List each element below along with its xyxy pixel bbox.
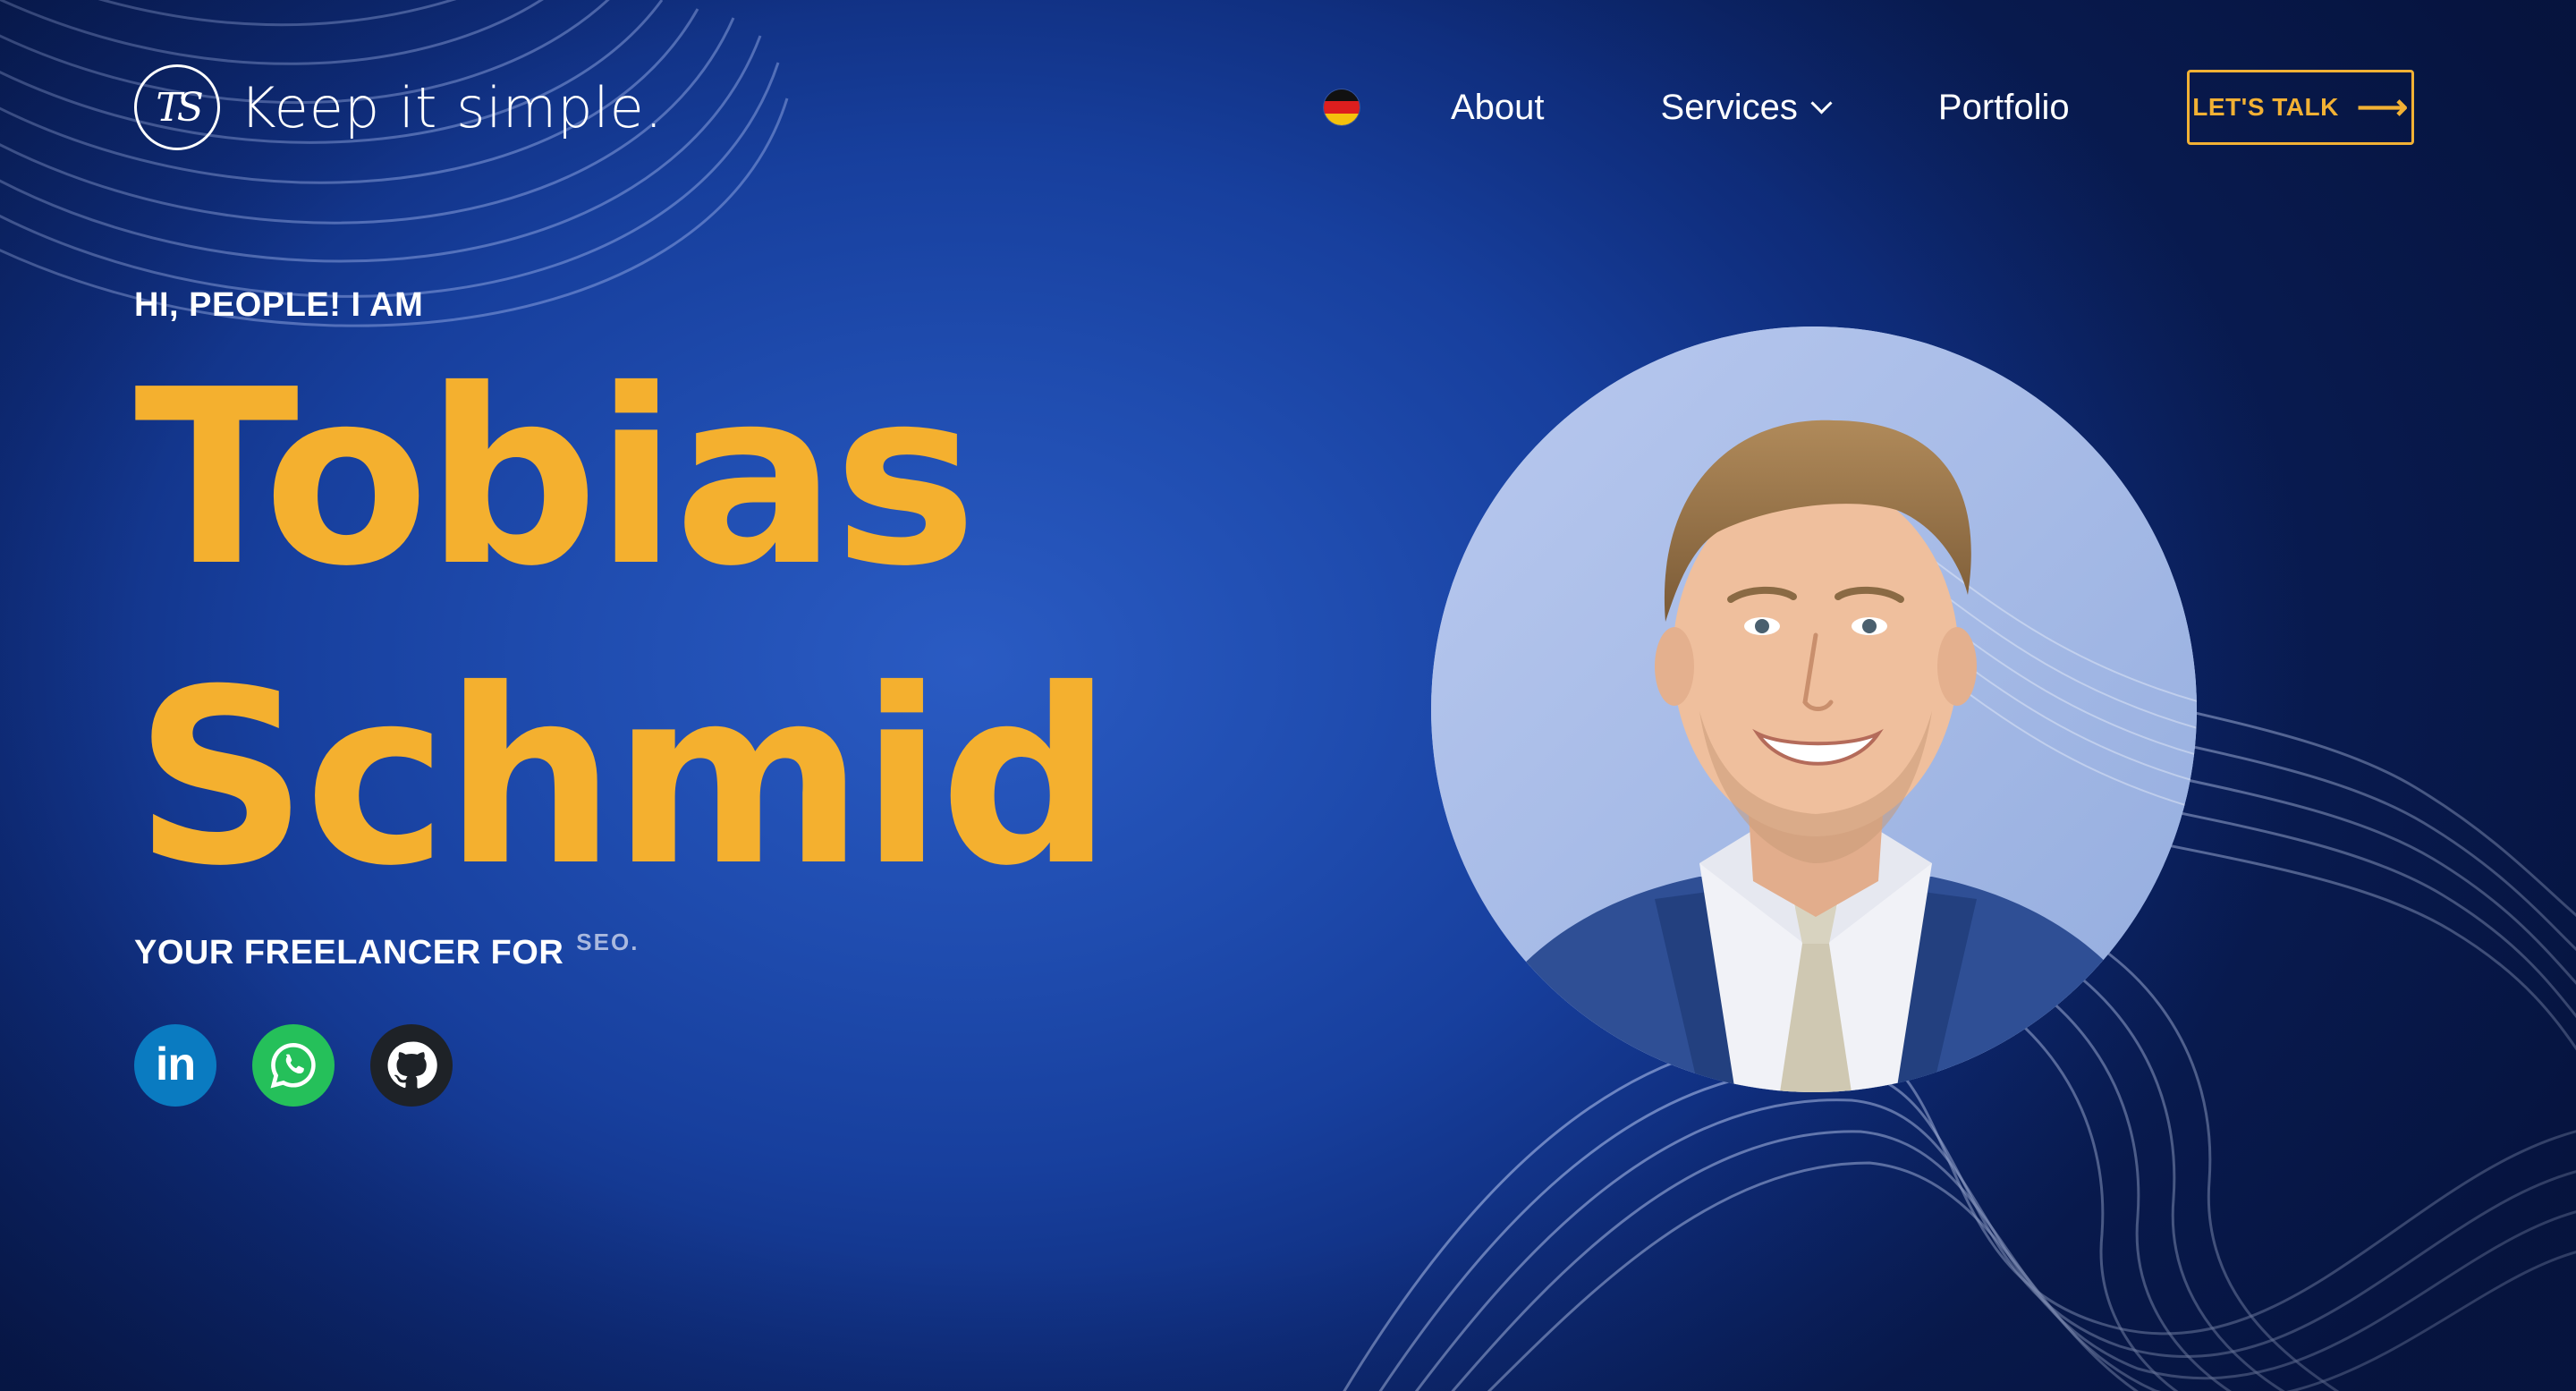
linkedin-button[interactable]: in	[134, 1024, 216, 1107]
profile-photo-illustration	[1431, 327, 2197, 1092]
lets-talk-label: LET'S TALK	[2192, 93, 2339, 121]
chevron-down-icon	[1810, 91, 1833, 115]
github-icon	[387, 1041, 437, 1089]
lets-talk-button[interactable]: LET'S TALK ⟶	[2187, 70, 2414, 145]
logo-text: Keep it simple.	[240, 74, 664, 140]
linkedin-icon: in	[155, 1039, 196, 1090]
nav-services-label: Services	[1660, 87, 1798, 127]
hero-greeting: HI, PEOPLE! I AM	[134, 286, 424, 324]
arrow-right-icon: ⟶	[2356, 88, 2409, 127]
hero-tagline: YOUR FREELANCER FOR SEO.	[134, 929, 639, 972]
tagline-prefix: YOUR FREELANCER FOR	[134, 934, 564, 971]
whatsapp-icon	[270, 1042, 316, 1089]
tagline-rotating-word: SEO.	[576, 929, 640, 955]
nav-about-link[interactable]: About	[1451, 88, 1545, 128]
hero-last-name: Schmid	[134, 637, 1113, 919]
german-flag-icon[interactable]	[1324, 89, 1360, 125]
whatsapp-button[interactable]	[252, 1024, 335, 1107]
github-button[interactable]	[370, 1024, 453, 1107]
social-links: in	[134, 1024, 488, 1107]
nav-services-link[interactable]: Services	[1660, 87, 1833, 128]
nav-portfolio-link[interactable]: Portfolio	[1938, 88, 2070, 128]
site-logo[interactable]: TS Keep it simple.	[134, 61, 664, 154]
profile-photo	[1431, 327, 2197, 1092]
logo-monogram: TS	[134, 64, 220, 150]
main-nav: About Services Portfolio	[1324, 70, 2070, 145]
hero-page: TS Keep it simple. About Services Portfo…	[0, 0, 2576, 1391]
hero-first-name: Tobias	[134, 337, 978, 619]
